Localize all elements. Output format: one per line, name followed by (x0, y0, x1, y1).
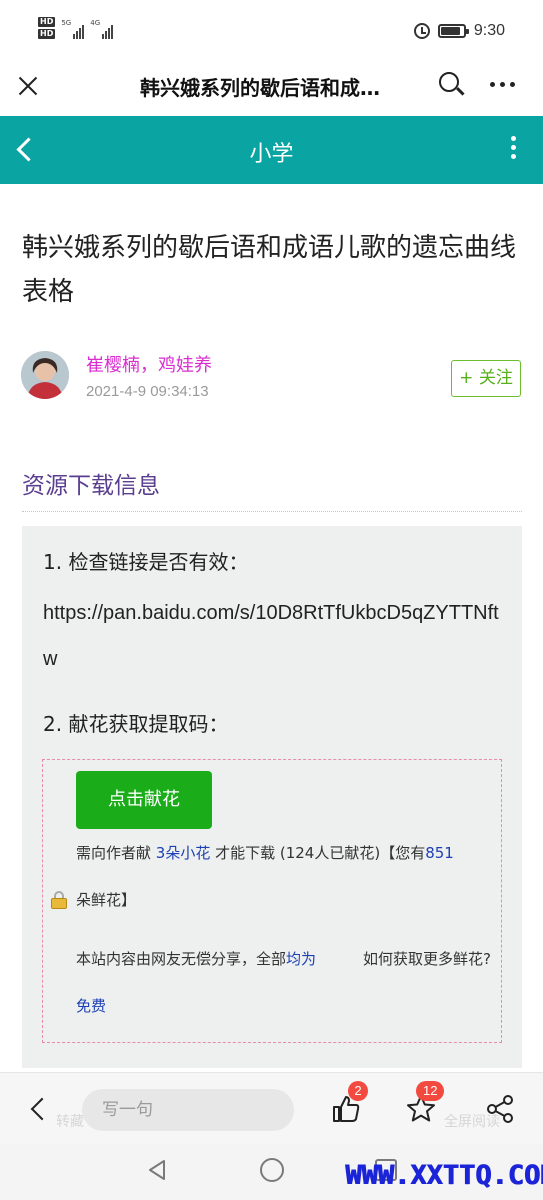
comment-input[interactable] (82, 1089, 294, 1131)
flower-panel: 点击献花 需向作者献 3朵小花 才能下载 (124人已献花)【您有851 朵鲜花… (42, 759, 502, 1043)
hd-indicators: HD HD (38, 17, 56, 39)
flower-unit-text: 朵鲜花】 (76, 891, 137, 909)
give-flower-button[interactable]: 点击献花 (76, 771, 212, 829)
network-type-label: 5G (61, 19, 72, 27)
lock-icon (51, 891, 68, 909)
author-name[interactable]: 崔樱楠，鸡娃养 (86, 351, 212, 377)
status-right: 9:30 (413, 22, 505, 40)
step-2-label: 2. 献花获取提取码： (43, 712, 229, 736)
share-notice-text: 本站内容由网友无偿分享，全部 (76, 950, 287, 968)
nav-title: 小学 (249, 142, 294, 167)
how-to-get-flowers-link[interactable]: 如何获取更多鲜花? (363, 948, 491, 969)
flower-requirement: 需向作者献 3朵小花 才能下载 (124人已献花)【您有851 (76, 842, 496, 864)
network-type-label: 4G (90, 19, 101, 27)
download-link[interactable]: https://pan.baidu.com/s/10D8RtTfUkbcD5qZ… (43, 590, 503, 682)
signal-5g-icon: 5G (61, 19, 85, 39)
step-1-label: 1. 检查链接是否有效： (43, 550, 249, 574)
resource-box: 1. 检查链接是否有效： https://pan.baidu.com/s/10D… (22, 526, 522, 1068)
site-nav-bar: 小学 (0, 116, 543, 184)
bottom-action-bar: 转藏 全屏阅读 2 12 (0, 1072, 543, 1144)
follow-button[interactable]: + 关注 (451, 360, 521, 397)
battery-icon (437, 24, 469, 38)
flower-count-link[interactable]: 3朵小花 (156, 844, 211, 862)
favorite-count-badge: 12 (416, 1081, 445, 1101)
search-icon[interactable] (437, 70, 465, 98)
publish-date: 2021-4-9 09:34:13 (86, 383, 209, 400)
clock: 9:30 (473, 22, 505, 39)
system-back-icon[interactable] (145, 1158, 169, 1182)
share-icon[interactable] (484, 1093, 516, 1125)
like-count-badge: 2 (348, 1081, 368, 1101)
status-bar: HD HD 5G 4G 9:30 (0, 0, 543, 62)
more-options-icon[interactable] (490, 72, 520, 96)
browser-page-title: 韩兴娥系列的歇后语和成… (140, 76, 380, 100)
alarm-icon (413, 23, 430, 39)
hd-icon: HD (38, 17, 56, 27)
requirement-text: 才能下载 (124人已献花)【您有 (210, 844, 426, 862)
background-text: 转藏 (56, 1114, 84, 1130)
browser-top-bar: 韩兴娥系列的歇后语和成… (0, 62, 543, 116)
section-title: 资源下载信息 (22, 473, 160, 499)
back-icon[interactable] (28, 1095, 50, 1123)
article-title: 韩兴娥系列的歇后语和成语儿歌的遗忘曲线表格 (22, 233, 517, 307)
watermark: WWW.XXTTQ.COM (345, 1160, 543, 1191)
free-label: 免费 (76, 995, 106, 1016)
avatar-image (21, 351, 69, 399)
requirement-text: 需向作者献 (76, 844, 156, 862)
signal-4g-icon: 4G (90, 19, 114, 39)
system-home-icon[interactable] (260, 1158, 284, 1182)
share-notice-link[interactable]: 均为 (286, 950, 316, 968)
status-left: HD HD 5G 4G (38, 17, 114, 39)
free-link[interactable]: 免费 (76, 997, 106, 1015)
close-icon[interactable] (14, 72, 42, 100)
my-flowers-link[interactable]: 851 (425, 844, 454, 862)
hd-icon: HD (38, 29, 56, 39)
divider (22, 511, 522, 512)
vertical-more-icon[interactable] (508, 136, 518, 164)
avatar[interactable] (21, 351, 69, 399)
